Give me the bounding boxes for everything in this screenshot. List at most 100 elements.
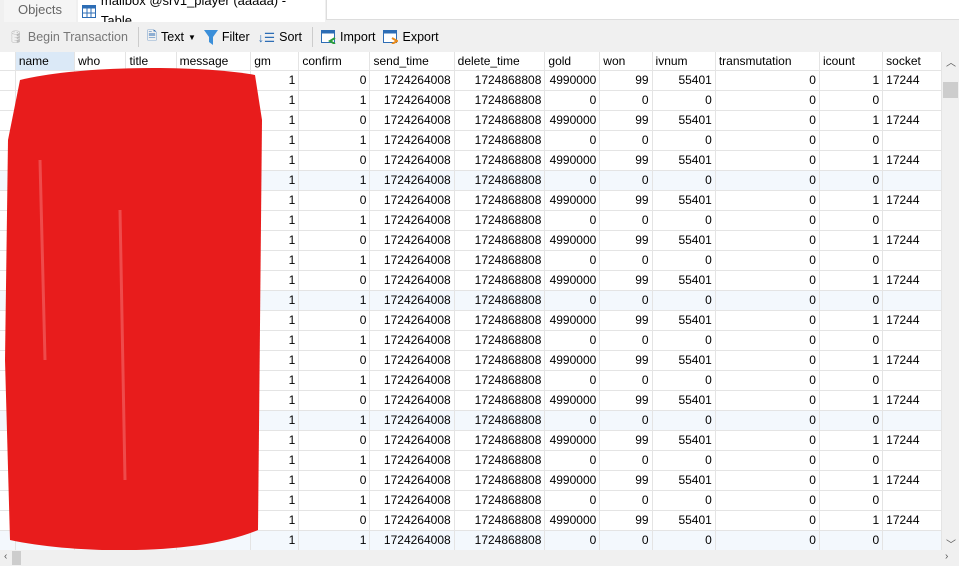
cell-icount[interactable]: 1 bbox=[819, 190, 884, 211]
cell-name[interactable] bbox=[15, 250, 76, 271]
cell-transmutation[interactable]: 0 bbox=[715, 270, 820, 291]
cell-confirm[interactable]: 1 bbox=[298, 90, 371, 111]
cell-gm[interactable]: 1 bbox=[250, 190, 300, 211]
cell-delete_time[interactable]: 1724868808 bbox=[454, 450, 546, 471]
column-header-gold[interactable]: gold bbox=[544, 52, 601, 71]
cell-who[interactable] bbox=[74, 210, 127, 231]
cell-delete_time[interactable]: 1724868808 bbox=[454, 70, 546, 91]
cell-won[interactable]: 99 bbox=[599, 510, 653, 531]
cell-title[interactable] bbox=[125, 210, 177, 231]
cell-delete_time[interactable]: 1724868808 bbox=[454, 150, 546, 171]
table-row[interactable]: 1 1 1724264008 1724868808 0 0 0 0 0 bbox=[0, 490, 942, 511]
column-header-ivnum[interactable]: ivnum bbox=[652, 52, 716, 71]
scroll-down-icon[interactable]: ﹀ bbox=[946, 536, 956, 551]
row-header[interactable] bbox=[0, 370, 16, 391]
cell-socket[interactable] bbox=[882, 370, 942, 391]
cell-icount[interactable]: 0 bbox=[819, 290, 884, 311]
cell-socket[interactable]: 17244 bbox=[882, 110, 942, 131]
cell-delete_time[interactable]: 1724868808 bbox=[454, 430, 546, 451]
cell-socket[interactable] bbox=[882, 250, 942, 271]
cell-transmutation[interactable]: 0 bbox=[715, 490, 820, 511]
cell-transmutation[interactable]: 0 bbox=[715, 350, 820, 371]
cell-gm[interactable]: 1 bbox=[250, 130, 300, 151]
row-header[interactable] bbox=[0, 490, 16, 511]
cell-send_time[interactable]: 1724264008 bbox=[369, 510, 455, 531]
cell-transmutation[interactable]: 0 bbox=[715, 430, 820, 451]
cell-won[interactable]: 0 bbox=[599, 450, 653, 471]
cell-who[interactable] bbox=[74, 530, 127, 550]
cell-title[interactable] bbox=[125, 90, 177, 111]
tab-mailbox-table[interactable]: mailbox @srv1_player (aaaaa) - Table bbox=[78, 0, 325, 28]
cell-transmutation[interactable]: 0 bbox=[715, 470, 820, 491]
row-header[interactable] bbox=[0, 530, 16, 550]
cell-icount[interactable]: 1 bbox=[819, 390, 884, 411]
cell-confirm[interactable]: 1 bbox=[298, 450, 371, 471]
cell-delete_time[interactable]: 1724868808 bbox=[454, 510, 546, 531]
cell-socket[interactable] bbox=[882, 170, 942, 191]
column-header-confirm[interactable]: confirm bbox=[298, 52, 371, 71]
cell-gm[interactable]: 1 bbox=[250, 430, 300, 451]
cell-delete_time[interactable]: 1724868808 bbox=[454, 370, 546, 391]
cell-name[interactable] bbox=[15, 450, 76, 471]
cell-message[interactable] bbox=[176, 210, 252, 231]
cell-gm[interactable]: 1 bbox=[250, 470, 300, 491]
cell-who[interactable] bbox=[74, 410, 127, 431]
cell-title[interactable] bbox=[125, 490, 177, 511]
table-row[interactable]: 1 0 1724264008 1724868808 4990000 99 55401 0 1 17… bbox=[0, 110, 942, 131]
cell-icount[interactable]: 0 bbox=[819, 330, 884, 351]
cell-send_time[interactable]: 1724264008 bbox=[369, 250, 455, 271]
cell-title[interactable] bbox=[125, 130, 177, 151]
text-button[interactable]: 🗎 Text ▼ bbox=[147, 27, 196, 48]
cell-transmutation[interactable]: 0 bbox=[715, 310, 820, 331]
cell-delete_time[interactable]: 1724868808 bbox=[454, 350, 546, 371]
table-row[interactable]: 1 1 1724264008 1724868808 0 0 0 0 0 bbox=[0, 170, 942, 191]
cell-won[interactable]: 0 bbox=[599, 210, 653, 231]
cell-gold[interactable]: 0 bbox=[544, 370, 601, 391]
cell-transmutation[interactable]: 0 bbox=[715, 190, 820, 211]
cell-gm[interactable]: 1 bbox=[250, 270, 300, 291]
cell-confirm[interactable]: 1 bbox=[298, 490, 371, 511]
cell-ivnum[interactable]: 55401 bbox=[652, 350, 716, 371]
cell-transmutation[interactable]: 0 bbox=[715, 530, 820, 550]
cell-socket[interactable] bbox=[882, 290, 942, 311]
cell-who[interactable] bbox=[74, 350, 127, 371]
cell-send_time[interactable]: 1724264008 bbox=[369, 150, 455, 171]
cell-socket[interactable] bbox=[882, 90, 942, 111]
cell-socket[interactable] bbox=[882, 450, 942, 471]
cell-title[interactable] bbox=[125, 430, 177, 451]
cell-won[interactable]: 0 bbox=[599, 170, 653, 191]
cell-title[interactable] bbox=[125, 250, 177, 271]
cell-confirm[interactable]: 0 bbox=[298, 350, 371, 371]
cell-message[interactable] bbox=[176, 90, 252, 111]
cell-send_time[interactable]: 1724264008 bbox=[369, 410, 455, 431]
cell-icount[interactable]: 1 bbox=[819, 510, 884, 531]
cell-icount[interactable]: 0 bbox=[819, 170, 884, 191]
cell-title[interactable] bbox=[125, 350, 177, 371]
column-header-socket[interactable]: socket bbox=[882, 52, 942, 71]
row-header[interactable] bbox=[0, 210, 16, 231]
cell-icount[interactable]: 0 bbox=[819, 370, 884, 391]
cell-gold[interactable]: 0 bbox=[544, 490, 601, 511]
cell-confirm[interactable]: 1 bbox=[298, 370, 371, 391]
cell-title[interactable] bbox=[125, 470, 177, 491]
cell-message[interactable] bbox=[176, 390, 252, 411]
column-header-icount[interactable]: icount bbox=[819, 52, 884, 71]
cell-socket[interactable]: 17244 bbox=[882, 230, 942, 251]
table-row[interactable]: 1 0 1724264008 1724868808 4990000 99 55401 0 1 17… bbox=[0, 470, 942, 491]
cell-name[interactable] bbox=[15, 150, 76, 171]
cell-transmutation[interactable]: 0 bbox=[715, 130, 820, 151]
cell-icount[interactable]: 1 bbox=[819, 70, 884, 91]
cell-delete_time[interactable]: 1724868808 bbox=[454, 230, 546, 251]
cell-gm[interactable]: 1 bbox=[250, 350, 300, 371]
scroll-left-icon[interactable]: ‹ bbox=[4, 551, 7, 562]
cell-won[interactable]: 99 bbox=[599, 190, 653, 211]
tab-objects[interactable]: Objects bbox=[4, 0, 76, 22]
row-header[interactable] bbox=[0, 350, 16, 371]
column-header-gm[interactable]: gm bbox=[250, 52, 300, 71]
cell-ivnum[interactable]: 55401 bbox=[652, 230, 716, 251]
cell-name[interactable] bbox=[15, 290, 76, 311]
data-grid[interactable]: name who title message gm confirm send_time del… bbox=[0, 52, 942, 550]
horizontal-scroll-thumb[interactable] bbox=[12, 551, 21, 565]
cell-title[interactable] bbox=[125, 530, 177, 550]
filter-button[interactable]: Filter bbox=[203, 29, 250, 45]
